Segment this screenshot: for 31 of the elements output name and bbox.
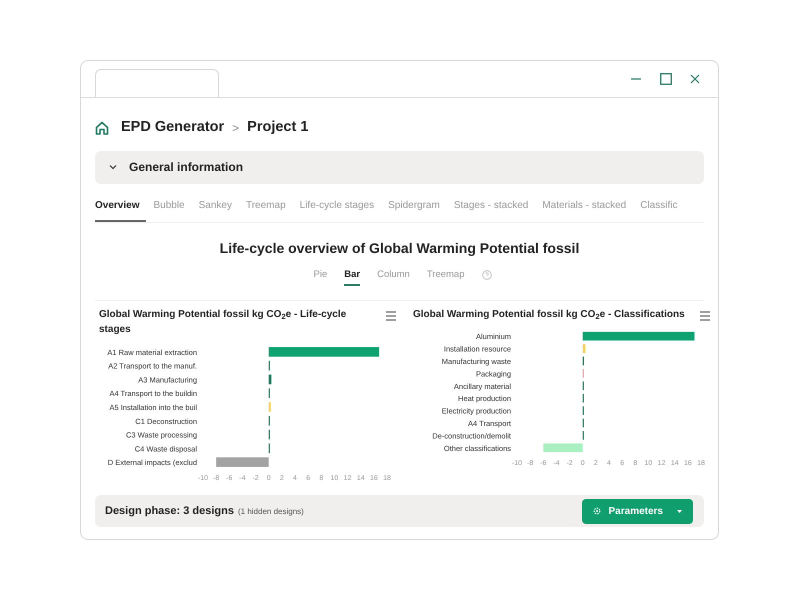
close-icon[interactable]: [690, 74, 700, 84]
tab[interactable]: Stages - stacked: [446, 198, 536, 222]
tab[interactable]: Classific: [633, 198, 684, 222]
tab[interactable]: Bubble: [146, 198, 192, 222]
chart-title: Global Warming Potential fossil kg CO$_{2}$e - Life-cycle stages: [99, 308, 348, 337]
tab[interactable]: Overview: [95, 198, 146, 222]
hidden-designs-note: (1 hidden designs): [238, 506, 304, 518]
menu-icon[interactable]: [699, 311, 711, 321]
maximize-icon[interactable]: [660, 73, 672, 85]
parameters-button[interactable]: Parameters: [582, 498, 693, 524]
tab[interactable]: Treemap: [238, 198, 293, 222]
chart-type-tab[interactable]: Bar: [344, 268, 360, 286]
tab[interactable]: Materials - stacked: [535, 198, 634, 222]
tab[interactable]: Life-cycle stages: [292, 198, 382, 222]
chart-type-tab[interactable]: Pie: [314, 268, 328, 286]
caret-icon: [677, 510, 682, 512]
breadcrumb-link[interactable]: EPD Generator: [121, 117, 224, 139]
tab[interactable]: Sankey: [192, 198, 239, 222]
home-icon[interactable]: [95, 120, 109, 135]
breadcrumb-separator: >: [232, 120, 240, 137]
gear-icon: [592, 507, 601, 515]
accordion-header[interactable]: General information: [95, 150, 704, 184]
section-title: Life-cycle overview of Global Warming Potential fossil: [218, 238, 580, 258]
chart-title: Global Warming Potential fossil kg CO$_{2}$e - Classifications: [413, 308, 686, 322]
menu-icon[interactable]: [385, 311, 397, 321]
tab[interactable]: Spidergram: [381, 198, 447, 222]
breadcrumb-current: Project 1: [247, 118, 308, 137]
chart-type-tab[interactable]: Column: [377, 268, 410, 286]
chevron-icon: [109, 164, 117, 170]
design-phase-label: Design phase: 3 designs: [105, 504, 234, 519]
chart-type-tab[interactable]: Treemap: [426, 268, 464, 286]
